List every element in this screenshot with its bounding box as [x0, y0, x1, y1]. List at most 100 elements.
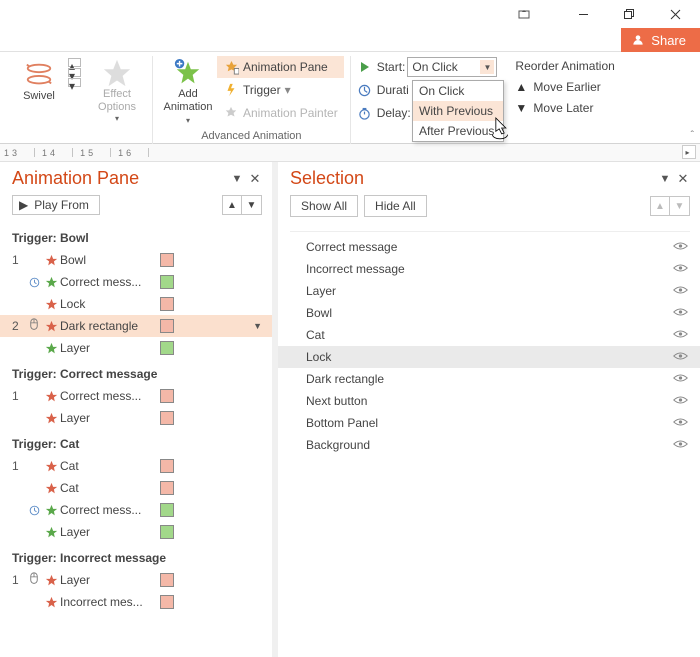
animation-pane: Animation Pane ▼ ✕ ▶ Play From ▲ ▼ Trigg… [0, 162, 278, 657]
share-button[interactable]: Share [621, 28, 700, 52]
animation-item[interactable]: 1Cat [0, 455, 272, 477]
star-icon [42, 254, 60, 267]
animation-item[interactable]: Layer [0, 521, 272, 543]
sharebar: Share [0, 28, 700, 52]
animation-item[interactable]: 2Dark rectangle▼ [0, 315, 272, 337]
ruler-collapse-icon[interactable]: ▸ [682, 145, 696, 159]
pane-close-icon[interactable]: ✕ [248, 172, 262, 186]
star-icon [42, 412, 60, 425]
star-icon [42, 390, 60, 403]
pane-close-icon[interactable]: ✕ [676, 172, 690, 186]
hide-all-button[interactable]: Hide All [364, 195, 427, 217]
gallery-scroll[interactable]: ▴ ▾ ▾ [68, 56, 88, 87]
send-backward-button[interactable]: ▼ [670, 196, 690, 216]
show-all-button[interactable]: Show All [290, 195, 358, 217]
pane-options-icon[interactable]: ▼ [230, 172, 244, 186]
duration-block [160, 341, 174, 355]
pane-title-animation: Animation Pane [12, 168, 139, 189]
gallery-more-icon[interactable]: ▾ [68, 78, 81, 87]
play-from-button[interactable]: ▶ Play From [12, 195, 100, 215]
duration-block [160, 389, 174, 403]
gallery-down-icon[interactable]: ▾ [68, 68, 81, 77]
visibility-toggle-icon[interactable] [673, 416, 688, 430]
duration-block [160, 525, 174, 539]
selection-item-name: Dark rectangle [306, 372, 384, 386]
effect-options-icon [101, 58, 133, 88]
animation-name: Dark rectangle [60, 319, 156, 333]
animation-item[interactable]: Layer [0, 337, 272, 359]
triangle-down-icon: ▼ [515, 101, 527, 115]
animation-item[interactable]: Correct mess... [0, 499, 272, 521]
restore-button[interactable] [606, 0, 652, 28]
minimize-button[interactable] [560, 0, 606, 28]
add-animation-button[interactable]: Add Animation ▾ [159, 56, 217, 122]
start-select[interactable]: On Click ▼ [407, 57, 497, 77]
move-later-button[interactable]: ▼ Move Later [515, 98, 614, 118]
trigger-button[interactable]: Trigger ▾ [217, 79, 344, 101]
animation-painter-button: Animation Painter [217, 102, 344, 124]
move-down-button[interactable]: ▼ [242, 195, 262, 215]
selection-item[interactable]: Correct message [278, 236, 700, 258]
option-on-click[interactable]: On Click [413, 81, 503, 101]
selection-item[interactable]: Layer [278, 280, 700, 302]
selection-item[interactable]: Bowl [278, 302, 700, 324]
visibility-toggle-icon[interactable] [673, 262, 688, 276]
chevron-down-icon[interactable]: ▼ [253, 321, 262, 331]
visibility-toggle-icon[interactable] [673, 328, 688, 342]
animation-swivel-button[interactable]: Swivel [10, 56, 68, 122]
selection-item[interactable]: Next button [278, 390, 700, 412]
star-icon [42, 574, 60, 587]
selection-item[interactable]: Incorrect message [278, 258, 700, 280]
duration-block [160, 253, 174, 267]
close-button[interactable] [652, 0, 698, 28]
selection-item[interactable]: Cat [278, 324, 700, 346]
selection-item-name: Layer [306, 284, 336, 298]
selection-item[interactable]: Dark rectangle [278, 368, 700, 390]
group-label-advanced: Advanced Animation [201, 130, 301, 144]
bring-forward-button[interactable]: ▲ [650, 196, 670, 216]
animation-name: Bowl [60, 253, 156, 267]
selection-item[interactable]: Bottom Panel [278, 412, 700, 434]
visibility-toggle-icon[interactable] [673, 394, 688, 408]
animation-pane-icon [223, 59, 239, 75]
visibility-toggle-icon[interactable] [673, 372, 688, 386]
animation-index: 1 [12, 253, 26, 267]
visibility-toggle-icon[interactable] [673, 306, 688, 320]
duration-block [160, 481, 174, 495]
animation-item[interactable]: Layer [0, 407, 272, 429]
trigger-label: Trigger: Correct message [0, 359, 272, 385]
pane-options-icon[interactable]: ▼ [658, 172, 672, 186]
timing-icon [26, 505, 42, 516]
collapse-ribbon-icon[interactable]: ˆ [691, 130, 694, 141]
selection-item[interactable]: Background [278, 434, 700, 456]
animation-pane-button[interactable]: Animation Pane [217, 56, 344, 78]
visibility-toggle-icon[interactable] [673, 284, 688, 298]
add-animation-icon [172, 58, 204, 88]
animation-item[interactable]: Cat [0, 477, 272, 499]
duration-block [160, 319, 174, 333]
selection-item[interactable]: Lock [278, 346, 700, 368]
animation-item[interactable]: Correct mess... [0, 271, 272, 293]
animation-name: Layer [60, 411, 156, 425]
duration-block [160, 275, 174, 289]
visibility-toggle-icon[interactable] [673, 240, 688, 254]
animation-item[interactable]: Incorrect mes... [0, 591, 272, 613]
trigger-label: Trigger: Bowl [0, 223, 272, 249]
move-up-button[interactable]: ▲ [222, 195, 242, 215]
move-earlier-button[interactable]: ▲ Move Earlier [515, 77, 614, 97]
visibility-toggle-icon[interactable] [673, 438, 688, 452]
ribbon-display-options-icon[interactable] [508, 3, 540, 25]
visibility-toggle-icon[interactable] [673, 350, 688, 364]
selection-item-name: Next button [306, 394, 367, 408]
gallery-up-icon[interactable]: ▴ [68, 58, 81, 67]
star-icon [42, 342, 60, 355]
play-icon: ▶ [19, 198, 28, 212]
chevron-down-icon[interactable]: ▼ [480, 60, 494, 74]
animation-item[interactable]: Lock [0, 293, 272, 315]
trigger-label: Trigger: Cat [0, 429, 272, 455]
star-icon [42, 460, 60, 473]
animation-item[interactable]: 1Correct mess... [0, 385, 272, 407]
animation-item[interactable]: 1Layer [0, 569, 272, 591]
animation-item[interactable]: 1 Bowl [0, 249, 272, 271]
animation-name: Correct mess... [60, 503, 156, 517]
